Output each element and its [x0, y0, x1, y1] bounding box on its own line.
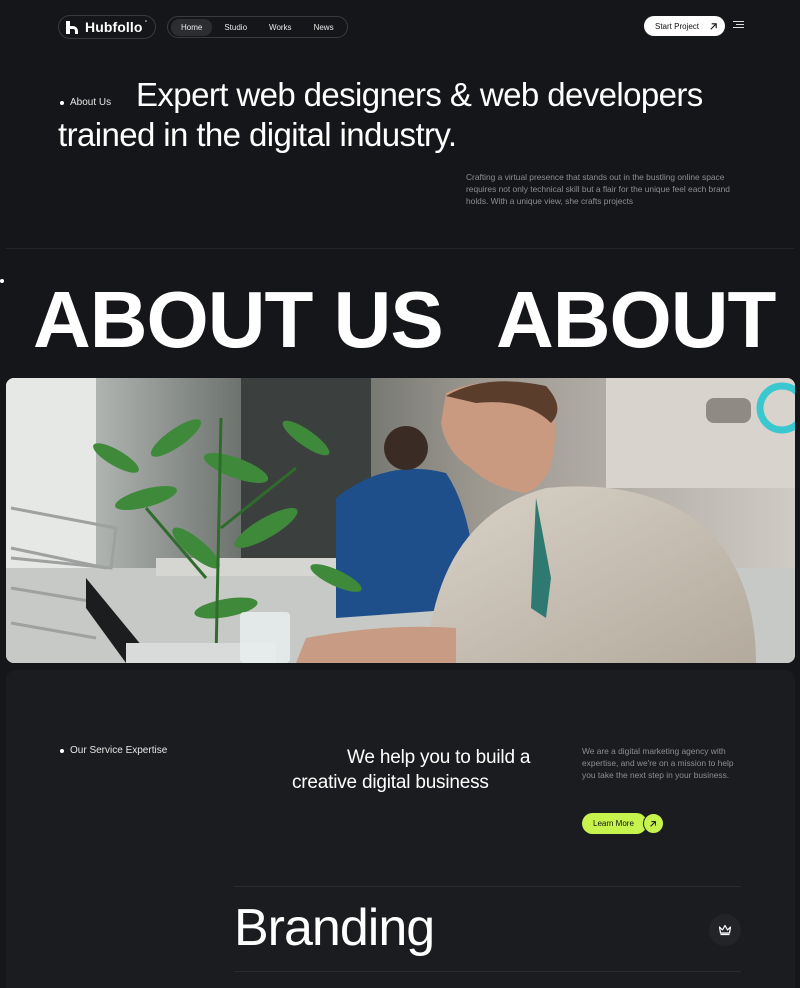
- hero-description: Crafting a virtual presence that stands …: [466, 172, 730, 206]
- main-nav: Home Studio Works News: [167, 16, 348, 38]
- about-us-label-text: About Us: [70, 97, 112, 108]
- arrow-up-right-icon: [710, 22, 717, 30]
- marquee-text-2: ABOUT US: [496, 275, 800, 362]
- marquee-dot: [0, 279, 4, 283]
- nav-item-news[interactable]: News: [304, 19, 344, 36]
- nav-item-studio[interactable]: Studio: [214, 19, 257, 36]
- start-project-label: Start Project: [655, 21, 700, 31]
- logo-mark-icon: [66, 20, 79, 34]
- section-divider: [6, 248, 794, 249]
- site-header: Hubfollo ° Home Studio Works News Start …: [0, 0, 800, 52]
- service-divider-top: [234, 886, 741, 887]
- crown-icon: [718, 924, 732, 936]
- services-heading-line-2: creative digital business: [292, 772, 489, 793]
- hamburger-menu-icon[interactable]: [733, 21, 744, 30]
- bullet-dot: [60, 100, 64, 105]
- about-us-marquee: ABOUT US ABOUT US: [0, 262, 800, 362]
- service-item-branding[interactable]: Branding: [234, 898, 435, 958]
- services-description: We are a digital marketing agency with e…: [582, 746, 734, 780]
- marquee-text-1: ABOUT US: [33, 275, 444, 362]
- service-divider-bottom: [234, 971, 741, 972]
- logo-text: Hubfollo: [85, 19, 143, 35]
- office-photo-image: [6, 378, 795, 663]
- service-expertise-label: Our Service Expertise: [60, 745, 167, 756]
- crown-icon-button[interactable]: [709, 914, 741, 946]
- hero-title-line-1: Expert web designers & web developers: [136, 76, 703, 113]
- nav-item-home[interactable]: Home: [171, 18, 213, 36]
- logo-registered-mark: °: [144, 19, 148, 27]
- about-photo: [6, 378, 795, 663]
- service-expertise-label-text: Our Service Expertise: [70, 745, 168, 756]
- learn-more-button[interactable]: Learn More: [582, 813, 664, 834]
- nav-item-works[interactable]: Works: [259, 19, 302, 36]
- services-heading-line-1: We help you to build a: [347, 747, 531, 768]
- logo[interactable]: Hubfollo °: [58, 15, 157, 39]
- hero-title-line-2: trained in the digital industry.: [58, 116, 457, 153]
- bullet-dot: [60, 748, 64, 753]
- start-project-button[interactable]: Start Project: [644, 16, 725, 36]
- learn-more-label: Learn More: [582, 813, 647, 834]
- about-us-label: About Us: [60, 97, 111, 108]
- arrow-up-right-icon: [642, 813, 664, 834]
